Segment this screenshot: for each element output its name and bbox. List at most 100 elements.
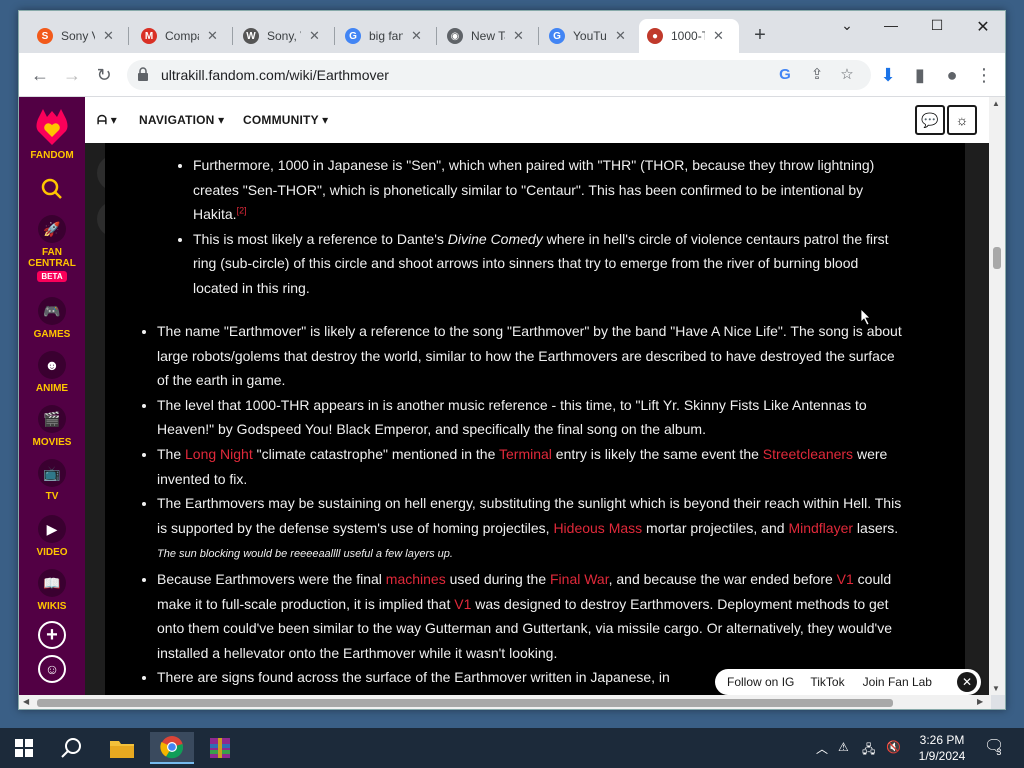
theme-toggle-button[interactable]: ☼ [947, 105, 977, 135]
volume-muted-icon[interactable]: 🔇 [886, 740, 901, 754]
browser-tab[interactable]: S Sony V ✕ [29, 19, 129, 53]
text-run: , and because the war ended before [608, 570, 837, 587]
plus-icon: + [38, 621, 66, 649]
user-account-button[interactable]: ☺ [19, 655, 85, 687]
wiki-link[interactable]: Terminal [499, 446, 552, 462]
browser-tab[interactable]: Gbig fan ✕ [337, 19, 437, 53]
reload-icon[interactable]: ↻ [93, 64, 115, 86]
reference-link[interactable]: [2] [237, 206, 247, 216]
search-taskbar-button[interactable] [50, 732, 94, 764]
minimize-button[interactable]: — [871, 17, 911, 33]
profile-avatar-icon[interactable]: ● [941, 64, 963, 86]
side-panel-icon[interactable]: ▮ [909, 64, 931, 86]
tab-close-icon[interactable]: ✕ [513, 28, 524, 44]
tab-title: big fan [369, 29, 403, 43]
winrar-taskbar-button[interactable] [198, 732, 242, 764]
rail-item-label: GAMES [33, 329, 71, 340]
wiki-link[interactable]: Hideous Mass [553, 520, 642, 536]
tab-close-icon[interactable]: ✕ [411, 28, 422, 44]
fan-lab-link[interactable]: Join Fan Lab [863, 675, 932, 689]
tiktok-link[interactable]: TikTok [810, 675, 844, 689]
close-follow-bar-button[interactable]: ✕ [957, 672, 977, 692]
wiki-link[interactable]: Long Night [185, 446, 253, 462]
browser-tab[interactable]: G YouTub ✕ [541, 19, 641, 53]
bookmark-star-icon[interactable]: ☆ [837, 65, 857, 85]
download-icon[interactable]: ⬇ [877, 64, 899, 86]
fandom-logo[interactable]: FANDOM [19, 105, 85, 161]
notification-center-button[interactable]: 🗨3 [984, 736, 1009, 757]
wiki-link[interactable]: Streetcleaners [763, 446, 853, 462]
wiki-link[interactable]: Mindflayer [788, 520, 853, 536]
rail-item-label: ANIME [35, 383, 69, 394]
maximize-button[interactable]: ☐ [917, 17, 957, 34]
tab-search-icon[interactable]: ⌄ [827, 17, 867, 34]
chrome-taskbar-button[interactable] [150, 732, 194, 764]
discussions-button[interactable]: 💬 [915, 105, 945, 135]
browser-window: S Sony V ✕ M Compa ✕ W Sony, V ✕ Gbig fan ✕ ◉ New Ta… [18, 10, 1006, 710]
google-translate-icon[interactable]: G [775, 65, 795, 85]
community-dropdown[interactable]: COMMUNITY ▾ [243, 113, 328, 127]
network-status-icon[interactable]: ⚠ [838, 740, 849, 754]
rail-item-label: TV [45, 491, 59, 502]
rail-item-anime[interactable]: ☻ ANIME [19, 351, 85, 394]
tab-close-icon[interactable]: ✕ [615, 28, 626, 44]
close-window-button[interactable]: ✕ [963, 17, 1003, 37]
browser-tab[interactable]: ◉ New Ta ✕ [439, 19, 539, 53]
wiki-link[interactable]: V1 [454, 596, 471, 612]
search-icon [61, 738, 81, 758]
horizontal-scroll-thumb[interactable] [37, 699, 893, 707]
text-run: used during the [445, 570, 550, 587]
follow-ig-link[interactable]: Follow on IG [727, 675, 794, 689]
rail-item-movies[interactable]: 🎬 MOVIES [19, 405, 85, 448]
wiki-link[interactable]: Final War [550, 571, 609, 587]
tab-close-icon[interactable]: ✕ [309, 28, 320, 44]
horizontal-scrollbar[interactable]: ◀ ▶ [19, 695, 991, 709]
tab-close-icon[interactable]: ✕ [207, 28, 218, 44]
rail-item-video[interactable]: ▶ VIDEO [19, 515, 85, 558]
browser-tab[interactable]: M Compa ✕ [133, 19, 233, 53]
rail-item-fan[interactable]: 🚀 FAN CENTRAL BETA [19, 215, 85, 282]
browser-tab[interactable]: ● 1000-T ✕ [639, 19, 739, 53]
list-item: The Earthmovers may be sustaining on hel… [157, 491, 907, 567]
start-button[interactable] [2, 732, 46, 764]
text-run: There are signs found across the surface… [157, 669, 670, 686]
back-icon[interactable]: ← [29, 64, 51, 86]
italic-text: Divine Comedy [447, 230, 543, 247]
rail-item-wikis[interactable]: 📖 WIKIS [19, 569, 85, 612]
navigation-dropdown[interactable]: NAVIGATION ▾ [139, 113, 224, 127]
vertical-scroll-thumb[interactable] [993, 247, 1001, 269]
rail-item-games[interactable]: 🎮 GAMES [19, 297, 85, 340]
lock-icon [138, 67, 148, 81]
beta-badge: BETA [37, 271, 67, 282]
show-hidden-icons-chevron-icon[interactable]: ︿ [816, 740, 828, 757]
tab-close-icon[interactable]: ✕ [713, 28, 724, 44]
ethernet-icon[interactable]: 🖧 [862, 740, 875, 761]
browser-toolbar: ← → ↻ ultrakill.fandom.com/wiki/Earthmov… [19, 53, 1005, 97]
share-icon[interactable]: ⇪ [807, 65, 827, 85]
video-icon: ▶ [38, 515, 66, 543]
create-button[interactable]: + [19, 621, 85, 653]
file-explorer-button[interactable] [100, 732, 144, 764]
fandom-heart-logo-icon [36, 109, 68, 145]
browser-tab[interactable]: W Sony, V ✕ [235, 19, 335, 53]
tab-close-icon[interactable]: ✕ [103, 28, 114, 44]
rail-item-tv[interactable]: 📺 TV [19, 459, 85, 502]
forward-icon[interactable]: → [61, 64, 83, 86]
menu-kebab-icon[interactable]: ⋮ [973, 64, 995, 86]
community-header: ᗩ ▾ NAVIGATION ▾ COMMUNITY ▾ 💬 ☼ [85, 97, 991, 143]
text-run: Furthermore, 1000 in Japanese is "Sen", … [193, 157, 875, 223]
list-item: Furthermore, 1000 in Japanese is "Sen", … [193, 153, 905, 227]
new-tab-button[interactable]: + [749, 25, 771, 47]
search-button[interactable] [19, 177, 85, 204]
clock[interactable]: 3:26 PM 1/9/2024 [912, 732, 972, 764]
wiki-link[interactable]: machines [386, 571, 446, 587]
wiki-link[interactable]: V1 [837, 571, 854, 587]
vertical-scrollbar[interactable]: ▲ ▼ [989, 97, 1005, 695]
rail-item-label: FAN [42, 247, 62, 258]
address-bar[interactable]: ultrakill.fandom.com/wiki/Earthmover G ⇪… [127, 60, 871, 90]
wiki-logo-dropdown[interactable]: ᗩ ▾ [97, 113, 117, 128]
folder-icon [110, 741, 134, 758]
tv-icon: 📺 [38, 459, 66, 487]
tab-favicon-icon: W [243, 28, 259, 44]
text-run: entry is likely the same event the [551, 445, 763, 462]
